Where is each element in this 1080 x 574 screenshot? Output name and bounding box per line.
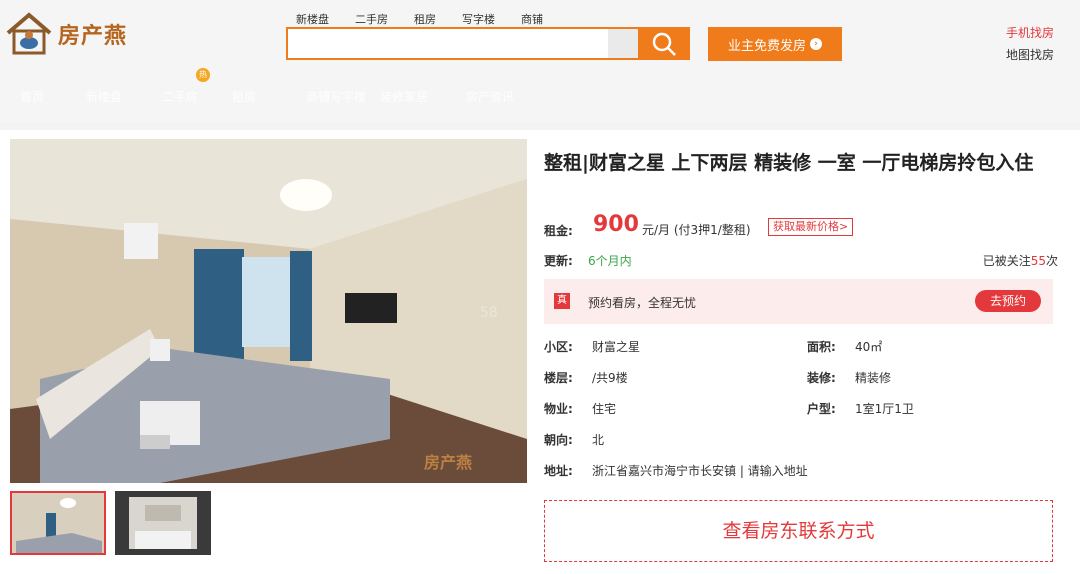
house-logo-icon [6, 12, 52, 55]
hot-badge: 热 [196, 68, 210, 82]
mobile-search-link[interactable]: 手机找房 [1006, 22, 1054, 44]
info-label: 面积: [807, 340, 836, 354]
listing-main: 58 房产燕 整租|财富之星 上下两层 精装修 一室 一厅电梯房拎包入住 租金:… [0, 130, 1080, 574]
info-label: 户型: [807, 402, 836, 416]
arrow-circle-icon: › [810, 38, 822, 50]
info-community: 小区: 财富之星 [544, 338, 640, 355]
view-contact-button[interactable]: 查看房东联系方式 [544, 500, 1053, 562]
tab-shop[interactable]: 商铺 [521, 11, 543, 27]
nav-rent[interactable]: 租房 [232, 88, 256, 105]
photo-thumbnail-1[interactable] [10, 491, 106, 555]
main-nav: 首页 新楼盘 二手房 租房 商铺写字楼 装修家居 房产资讯 [0, 84, 1080, 110]
appointment-banner: 真 预约看房，全程无忧 去预约 [544, 279, 1053, 324]
map-search-link[interactable]: 地图找房 [1006, 44, 1054, 66]
site-logo[interactable]: 房产燕 [4, 10, 144, 58]
rent-unit: 元/月 (付3押1/整租) [642, 223, 751, 237]
nav-news[interactable]: 房产资讯 [466, 88, 514, 105]
nav-shop-office[interactable]: 商铺写字楼 [306, 88, 366, 105]
nav-home[interactable]: 首页 [20, 88, 44, 105]
nav-decor[interactable]: 装修家居 [380, 88, 428, 105]
main-photo[interactable]: 58 房产燕 [10, 139, 527, 483]
info-orientation: 朝向: 北 [544, 431, 604, 448]
photo-watermark: 房产燕 [424, 453, 473, 472]
search-input[interactable] [290, 31, 608, 56]
follow-prefix: 已被关注 [982, 254, 1031, 268]
info-value: 北 [592, 433, 605, 447]
photo-thumbnail-2[interactable] [115, 491, 211, 555]
info-value: 财富之星 [592, 340, 641, 354]
room-photo: 58 [10, 139, 527, 483]
info-decor: 装修: 精装修 [807, 369, 891, 386]
info-address: 地址: 浙江省嘉兴市海宁市长安镇 | 请输入地址 [544, 462, 808, 479]
info-label: 楼层: [544, 371, 573, 385]
verified-icon: 真 [554, 293, 570, 309]
info-value: 40㎡ [855, 340, 883, 354]
tab-second-hand[interactable]: 二手房 [355, 11, 388, 27]
tab-office[interactable]: 写字楼 [462, 11, 495, 27]
info-value: 1室1厅1卫 [855, 402, 914, 416]
update-label: 更新: [544, 254, 573, 268]
brand-name: 房产燕 [58, 24, 128, 49]
right-links: 手机找房 地图找房 [1006, 22, 1054, 66]
search-icon [652, 32, 676, 56]
top-header: 房产燕 新楼盘 二手房 租房 写字楼 商铺 业主免费发房 › 手机找房 地图找房… [0, 0, 1080, 122]
info-floor: 楼层: /共9楼 [544, 369, 628, 386]
appointment-button[interactable]: 去预约 [975, 290, 1041, 312]
publish-button[interactable]: 业主免费发房 › [708, 27, 842, 61]
tab-rent[interactable]: 租房 [414, 11, 436, 27]
follow-count: 已被关注55次 [983, 252, 1058, 269]
update-value: 6个月内 [588, 254, 632, 268]
info-label: 小区: [544, 340, 573, 354]
info-value: 浙江省嘉兴市海宁市长安镇 | 请输入地址 [592, 464, 808, 478]
nav-new-house[interactable]: 新楼盘 [86, 88, 122, 105]
search-box [286, 27, 690, 60]
search-tabs: 新楼盘 二手房 租房 写字楼 商铺 [296, 11, 569, 27]
search-divider [608, 29, 638, 58]
rent-label: 租金: [544, 224, 573, 238]
info-value: /共9楼 [592, 371, 628, 385]
info-label: 装修: [807, 371, 836, 385]
info-label: 物业: [544, 402, 573, 416]
info-layout: 户型: 1室1厅1卫 [807, 400, 914, 417]
info-value: 住宅 [592, 402, 617, 416]
listing-title: 整租|财富之星 上下两层 精装修 一室 一厅电梯房拎包入住 [544, 152, 1034, 174]
info-value: 精装修 [855, 371, 892, 385]
info-property: 物业: 住宅 [544, 400, 616, 417]
svg-text:58: 58 [480, 305, 498, 321]
follow-suffix: 次 [1045, 254, 1058, 268]
tab-new-house[interactable]: 新楼盘 [296, 11, 329, 27]
follow-number: 55 [1030, 254, 1046, 268]
info-label: 地址: [544, 464, 573, 478]
get-price-button[interactable]: 获取最新价格> [768, 218, 854, 236]
search-button[interactable] [638, 27, 690, 60]
nav-second-hand[interactable]: 二手房 [162, 88, 198, 105]
rent-value: 900 [593, 212, 639, 237]
publish-label: 业主免费发房 [727, 38, 806, 54]
info-label: 朝向: [544, 433, 573, 447]
appointment-text: 预约看房，全程无忧 [588, 296, 697, 310]
info-area: 面积: 40㎡ [807, 338, 882, 355]
